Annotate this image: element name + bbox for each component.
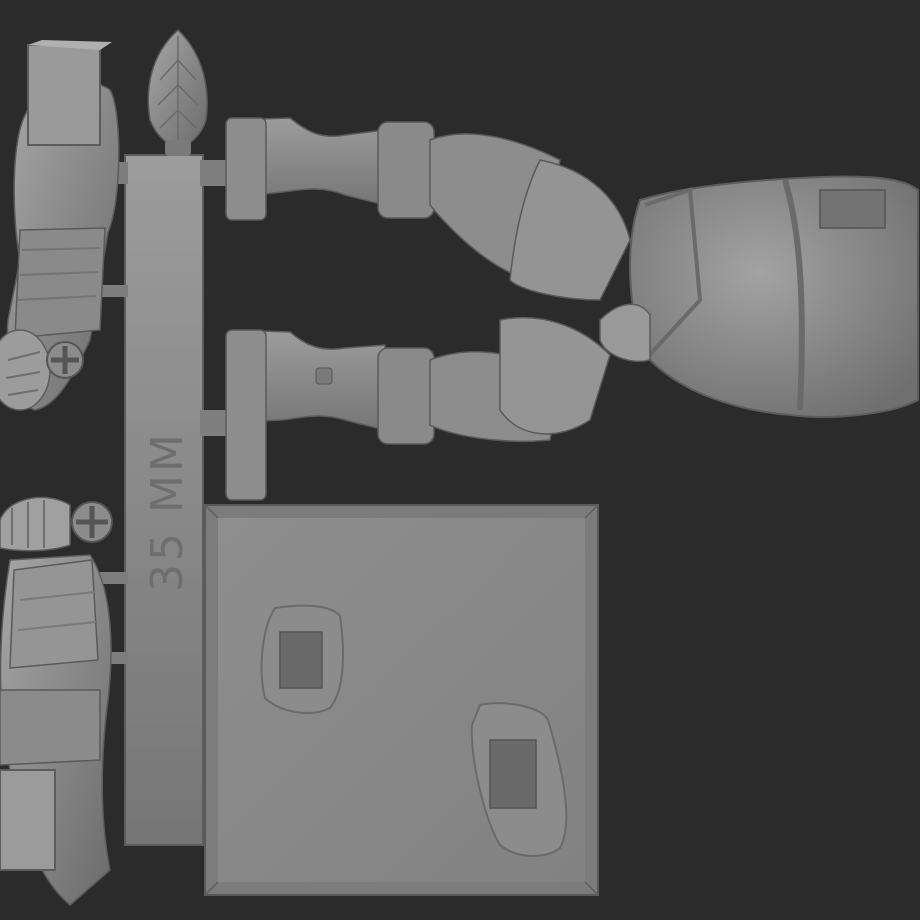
- miniature-render-scene: 35 MM: [0, 28, 919, 906]
- sprue-size-label: 35 MM: [142, 431, 193, 592]
- base: [204, 504, 599, 896]
- feather-plume: [147, 28, 208, 156]
- legs-and-torso: [225, 117, 919, 501]
- left-arm: [0, 40, 120, 411]
- right-arm: [0, 496, 113, 906]
